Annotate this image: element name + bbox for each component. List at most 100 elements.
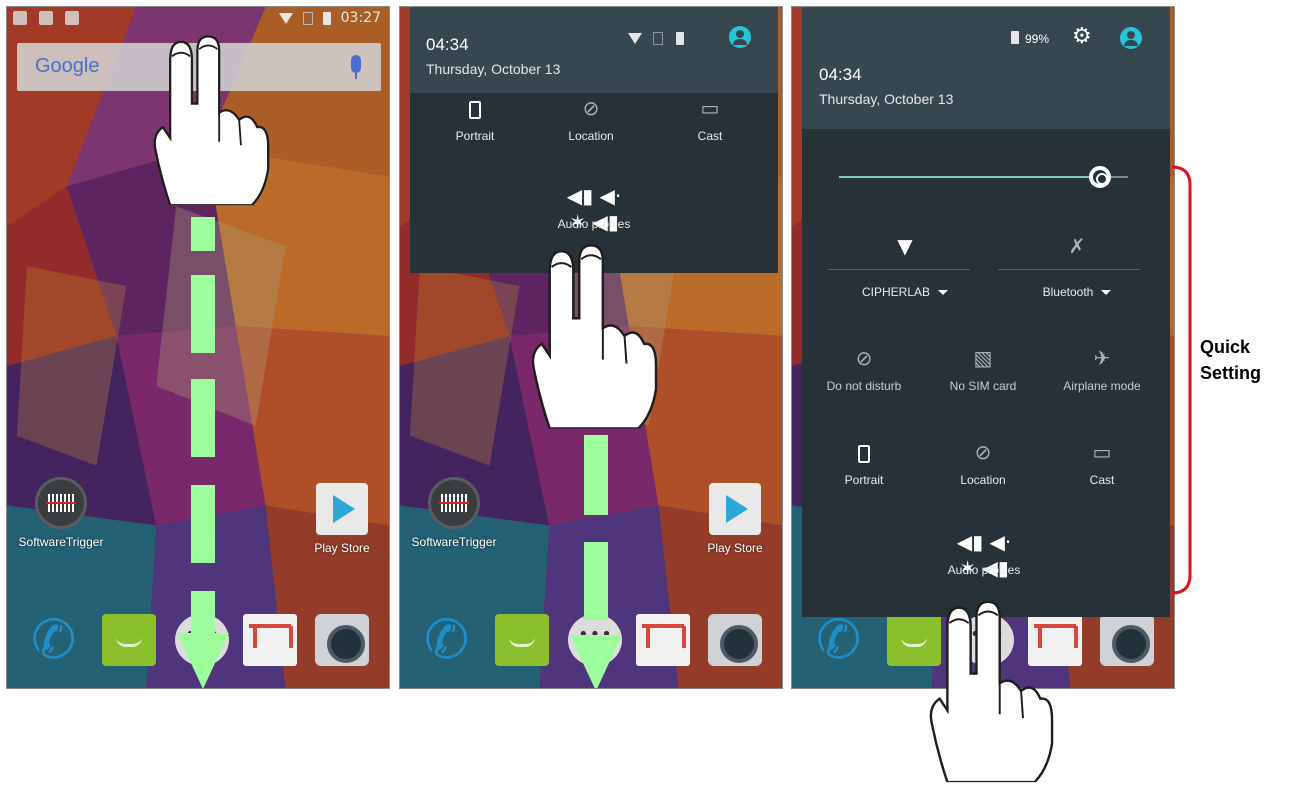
quick-setting-bracket	[1171, 165, 1192, 595]
app-play-store[interactable]: Play Store	[297, 483, 387, 555]
tile-audio-profiles[interactable]: ◀▮ ◀· ✶ ◀▮ Audio profiles	[539, 183, 649, 234]
notification-image-icon	[65, 11, 79, 25]
tile-no-sim[interactable]: ▧ No SIM card	[928, 345, 1038, 393]
swipe-arrow-dash	[584, 435, 608, 515]
wifi-icon	[278, 12, 293, 24]
camera-icon[interactable]	[1100, 614, 1154, 666]
tile-portrait[interactable]: Portrait	[809, 439, 919, 487]
shade-date: Thursday, October 13	[426, 61, 561, 77]
battery-icon	[322, 11, 331, 25]
tile-portrait[interactable]: Portrait	[420, 95, 530, 143]
home-screen-panel: 03:27 Google SoftwareTrigger Play Store	[6, 6, 390, 689]
shade-header: 04:34 Thursday, October 13	[410, 7, 778, 93]
app-label: SoftwareTrigger	[18, 535, 104, 549]
google-logo: Google	[35, 55, 100, 77]
tile-do-not-disturb[interactable]: ⊘ Do not disturb	[809, 345, 919, 393]
quick-settings-shade[interactable]: 99% ⚙ 04:34 Thursday, October 13 ▼ CIPHE…	[802, 7, 1170, 617]
user-avatar-icon[interactable]	[729, 26, 751, 48]
tile-cast[interactable]: ▭ Cast	[1047, 439, 1157, 487]
do-not-disturb-icon: ⊘	[855, 346, 873, 370]
barcode-trigger-icon	[35, 477, 87, 529]
swipe-arrow-dash	[191, 485, 215, 563]
notification-tools-icon	[39, 11, 53, 25]
partial-shade-panel: SoftwareTrigger Play Store 04:34 Thursda…	[399, 6, 783, 689]
wifi-network-dropdown[interactable]: CIPHERLAB	[840, 285, 970, 299]
play-store-icon	[709, 483, 761, 535]
settings-gear-icon[interactable]: ⚙	[1072, 24, 1092, 49]
quick-settings-panel: 99% ⚙ 04:34 Thursday, October 13 ▼ CIPHE…	[791, 6, 1175, 689]
tile-audio-profiles[interactable]: ◀▮ ◀· ✶ ◀▮ Audio profiles	[929, 529, 1039, 580]
camera-icon[interactable]	[315, 614, 369, 666]
tile-wifi[interactable]: ▼	[840, 233, 970, 267]
location-off-icon: ⊘	[974, 440, 992, 464]
no-sim-icon	[653, 32, 663, 45]
messaging-icon[interactable]	[102, 614, 156, 666]
user-avatar-icon[interactable]	[1120, 27, 1142, 49]
swipe-arrow-dash	[191, 275, 215, 353]
camera-icon[interactable]	[708, 614, 762, 666]
gmail-icon[interactable]	[243, 614, 297, 666]
shade-time: 04:34	[426, 35, 469, 54]
cast-icon: ▭	[700, 96, 720, 120]
two-finger-hand-icon	[152, 19, 270, 219]
wifi-network-label: CIPHERLAB	[861, 285, 931, 299]
app-softwaretrigger[interactable]: SoftwareTrigger	[9, 477, 113, 549]
mic-icon[interactable]	[351, 55, 361, 79]
divider	[828, 269, 970, 270]
location-off-icon: ⊘	[582, 96, 600, 120]
annotation-line: Quick	[1200, 337, 1251, 357]
bluetooth-off-icon: ✗	[1068, 234, 1086, 258]
tile-label: No SIM card	[949, 379, 1017, 393]
swipe-down-arrow-icon	[177, 633, 229, 688]
swipe-arrow-dash	[191, 217, 215, 251]
bluetooth-dropdown[interactable]: Bluetooth	[1012, 285, 1142, 299]
status-time: 03:27	[340, 10, 381, 26]
notification-shade[interactable]: 04:34 Thursday, October 13 Portrait ⊘ Lo…	[410, 7, 778, 273]
phone-icon[interactable]	[27, 608, 81, 671]
app-play-store[interactable]: Play Store	[690, 483, 780, 555]
audio-profiles-icon: ◀▮ ◀· ✶ ◀▮	[956, 530, 1012, 580]
two-finger-hand-icon	[530, 235, 658, 435]
tile-airplane-mode[interactable]: ✈ Airplane mode	[1047, 345, 1157, 393]
divider	[998, 269, 1140, 270]
tile-location[interactable]: ⊘ Location	[536, 95, 646, 143]
shade-header: 99% ⚙ 04:34 Thursday, October 13	[802, 7, 1170, 129]
quick-setting-label: Quick Setting	[1200, 334, 1261, 386]
tile-label: Location	[960, 473, 1006, 487]
battery-icon	[676, 32, 684, 45]
tile-label: Portrait	[844, 473, 884, 487]
tile-label: Location	[568, 129, 614, 143]
tile-label: Airplane mode	[1063, 379, 1141, 393]
tile-cast[interactable]: ▭ Cast	[655, 95, 765, 143]
tile-label: Do not disturb	[826, 379, 902, 393]
notification-message-icon	[13, 11, 27, 25]
tile-location[interactable]: ⊘ Location	[928, 439, 1038, 487]
tile-bluetooth[interactable]: ✗	[1012, 233, 1142, 267]
gmail-icon[interactable]	[636, 614, 690, 666]
bluetooth-label: Bluetooth	[1042, 285, 1094, 299]
chevron-down-icon	[1101, 290, 1112, 296]
tile-label: Cast	[1089, 473, 1115, 487]
cast-icon: ▭	[1092, 440, 1112, 464]
no-sim-icon: ▧	[973, 346, 993, 370]
phone-icon[interactable]	[420, 608, 474, 671]
annotation-line: Setting	[1200, 363, 1261, 383]
shade-date: Thursday, October 13	[819, 91, 954, 107]
phone-icon[interactable]	[812, 608, 866, 671]
brightness-icon[interactable]	[1089, 166, 1111, 188]
swipe-arrow-dash	[191, 379, 215, 457]
swipe-arrow-dash	[584, 542, 608, 620]
battery-percent: 99%	[1025, 32, 1050, 46]
portrait-icon	[469, 100, 481, 119]
app-label: SoftwareTrigger	[411, 535, 497, 549]
brightness-track-filled	[839, 176, 1100, 178]
chevron-down-icon	[938, 290, 949, 296]
app-label: Play Store	[707, 541, 763, 555]
two-finger-hand-icon	[928, 592, 1054, 788]
tile-label: Cast	[697, 129, 723, 143]
barcode-trigger-icon	[428, 477, 480, 529]
messaging-icon[interactable]	[495, 614, 549, 666]
portrait-icon	[858, 444, 870, 463]
swipe-down-arrow-icon	[570, 635, 622, 688]
app-softwaretrigger[interactable]: SoftwareTrigger	[402, 477, 506, 549]
